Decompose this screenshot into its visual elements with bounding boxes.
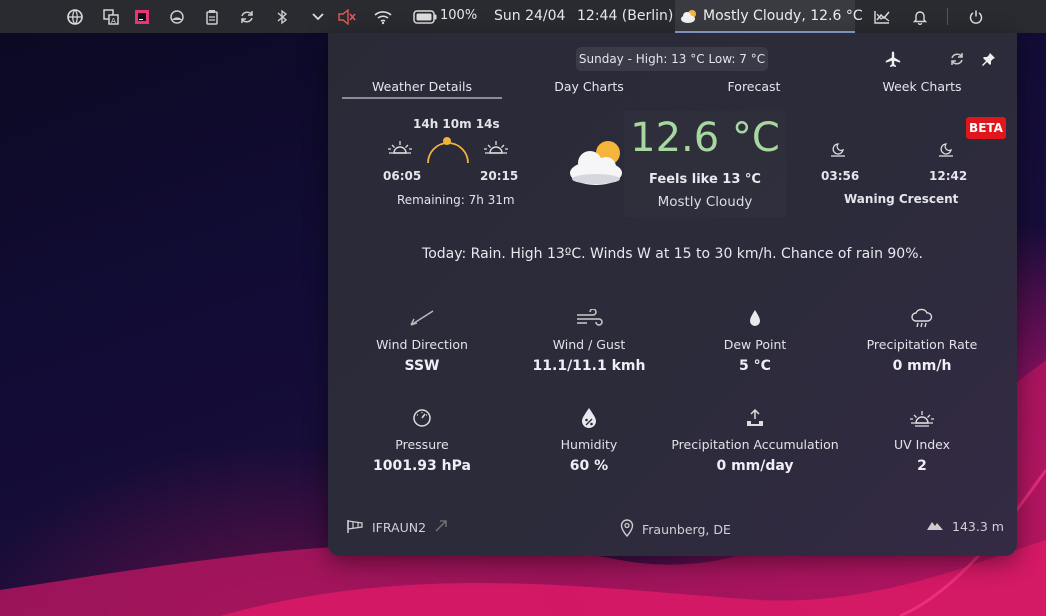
day-summary-pill: Sunday - High: 13 °C Low: 7 °C	[576, 47, 768, 71]
uv-sun-icon	[838, 405, 1006, 431]
metric-value: 0 mm/day	[716, 458, 794, 474]
svg-text:A: A	[111, 17, 116, 25]
sunset-time: 20:15	[480, 169, 519, 183]
pin-icon[interactable]	[977, 47, 1001, 71]
top-panel: A 100% Sun 24/04 12:44 (Berlin) Mostly C…	[0, 0, 1046, 33]
tab-weather-details[interactable]: Weather Details	[342, 79, 502, 99]
tab-week-charts[interactable]: Week Charts	[842, 79, 1002, 99]
metric-label: Precipitation Accumulation	[671, 437, 839, 452]
weather-popup: Sunday - High: 13 °C Low: 7 °C Weather D…	[328, 33, 1017, 556]
metric-precipitation-rate: Precipitation Rate 0 mm/h	[838, 305, 1006, 374]
power-icon[interactable]	[966, 7, 986, 27]
metric-value: 5 °C	[739, 358, 771, 374]
station-link[interactable]: IFRAUN2	[346, 519, 448, 536]
wind-icon	[505, 305, 673, 331]
location-pin-icon	[620, 519, 634, 540]
sun-arc	[427, 137, 469, 164]
metric-pressure: Pressure 1001.93 hPa	[338, 405, 506, 474]
panel-divider	[947, 8, 948, 25]
metric-value: 60 %	[569, 458, 609, 474]
elevation-value: 143.3 m	[952, 519, 1004, 534]
sync-icon[interactable]	[237, 7, 257, 27]
stocks-chart-icon[interactable]	[872, 7, 892, 27]
waning-crescent-moon-icon	[876, 145, 898, 181]
metric-label: Wind / Gust	[552, 337, 626, 352]
network-globe-icon[interactable]	[65, 7, 85, 27]
cloudy-icon	[680, 8, 700, 28]
moon-phase: Waning Crescent	[844, 192, 959, 206]
weather-applet[interactable]: Mostly Cloudy, 12.6 °C	[675, 0, 863, 33]
barometer-icon	[338, 405, 506, 431]
forecast-summary: Today: Rain. High 13ºC. Winds W at 15 to…	[422, 246, 923, 262]
metric-label: UV Index	[893, 437, 951, 452]
moonset-time: 12:42	[929, 169, 968, 183]
daylight-remaining: Remaining: 7h 31m	[397, 193, 515, 207]
sunrise-time: 06:05	[383, 169, 422, 183]
water-drop-icon	[671, 305, 839, 331]
clipboard-icon[interactable]	[202, 7, 222, 27]
clock-date[interactable]: Sun 24/04	[494, 8, 565, 24]
battery-percent: 100%	[440, 8, 478, 23]
day-length: 14h 10m 14s	[413, 117, 500, 131]
metric-label: Wind Direction	[376, 337, 468, 352]
notification-bell-icon[interactable]	[910, 7, 930, 27]
station-id: IFRAUN2	[372, 520, 427, 535]
chevron-down-icon[interactable]	[308, 7, 328, 27]
metric-dew-point: Dew Point 5 °C	[671, 305, 839, 374]
clock-time[interactable]: 12:44 (Berlin)	[577, 8, 673, 24]
accumulation-icon	[671, 405, 839, 431]
wind-direction-arrow-icon	[338, 305, 506, 331]
feels-like: Feels like 13 °C	[649, 172, 761, 187]
metric-label: Precipitation Rate	[866, 337, 978, 352]
metric-value: 2	[917, 458, 927, 474]
metric-value: 11.1/11.1 kmh	[532, 358, 646, 374]
metric-label: Dew Point	[723, 337, 787, 352]
humidity-drop-icon	[505, 405, 673, 431]
volume-muted-icon[interactable]	[337, 7, 357, 27]
sunrise-icon	[387, 138, 413, 162]
elevation-info: 143.3 m	[926, 519, 1004, 534]
current-condition: Mostly Cloudy	[657, 194, 753, 210]
metric-value: 1001.93 hPa	[373, 458, 471, 474]
active-tab-indicator	[342, 97, 502, 99]
metric-uv-index: UV Index 2	[838, 405, 1006, 474]
tab-forecast[interactable]: Forecast	[674, 79, 834, 99]
moonset-icon	[937, 141, 955, 163]
metric-label: Pressure	[395, 437, 449, 452]
location-link[interactable]: Fraunberg, DE	[620, 519, 731, 540]
metric-value: 0 mm/h	[892, 358, 952, 374]
metric-label: Humidity	[560, 437, 618, 452]
refresh-icon[interactable]	[945, 47, 969, 71]
metric-value: SSW	[404, 358, 440, 374]
tab-day-charts[interactable]: Day Charts	[509, 79, 669, 99]
metric-wind-direction: Wind Direction SSW	[338, 305, 506, 374]
mostly-cloudy-icon	[568, 137, 630, 191]
airplane-icon[interactable]	[881, 47, 905, 71]
location-name: Fraunberg, DE	[642, 522, 731, 537]
metric-humidity: Humidity 60 %	[505, 405, 673, 474]
bluetooth-icon[interactable]	[272, 7, 292, 27]
sunset-icon	[483, 138, 509, 162]
rain-cloud-icon	[838, 305, 1006, 331]
disk-usage-icon[interactable]	[167, 7, 187, 27]
mountain-icon	[926, 519, 944, 534]
jetbrains-toolbox-icon[interactable]	[132, 7, 152, 27]
metric-wind-gust: Wind / Gust 11.1/11.1 kmh	[505, 305, 673, 374]
moonrise-icon	[829, 141, 847, 163]
current-temperature: 12.6 °C	[630, 115, 780, 161]
beta-badge: BETA	[966, 117, 1006, 139]
external-link-icon	[434, 519, 448, 536]
translate-icon[interactable]: A	[101, 7, 121, 27]
moonrise-time: 03:56	[821, 169, 860, 183]
wifi-icon[interactable]	[373, 7, 393, 27]
windsock-icon	[346, 519, 364, 536]
battery-icon[interactable]	[412, 7, 438, 27]
metric-precipitation-accumulation: Precipitation Accumulation 0 mm/day	[671, 405, 839, 474]
weather-applet-label: Mostly Cloudy, 12.6 °C	[703, 8, 863, 24]
